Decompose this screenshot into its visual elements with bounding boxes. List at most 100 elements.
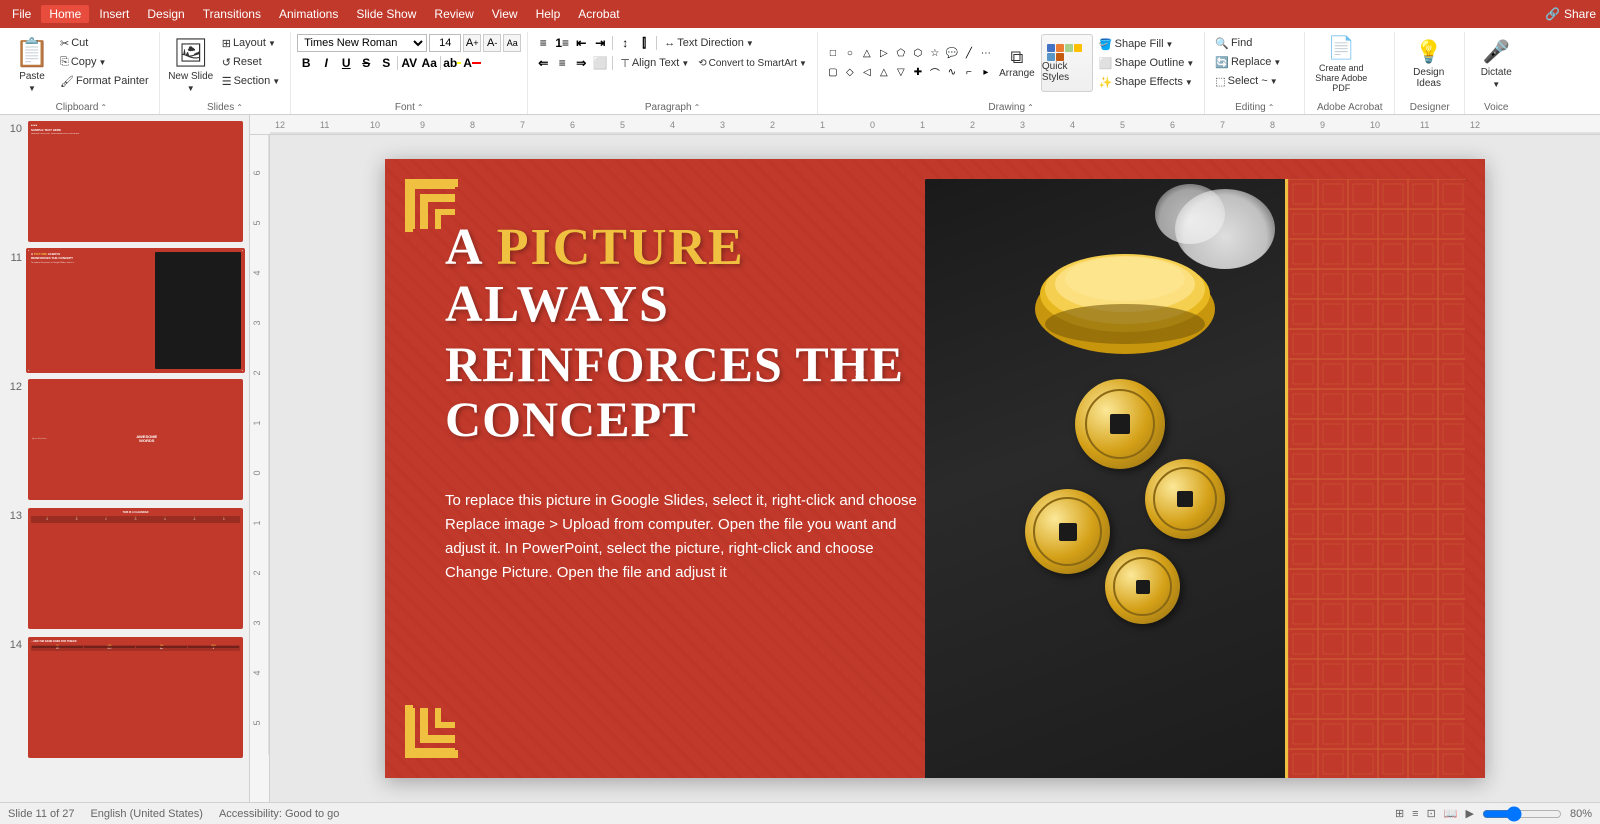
shape-diamond[interactable]: ◇ bbox=[841, 64, 859, 82]
menu-animations[interactable]: Animations bbox=[271, 5, 346, 23]
underline-button[interactable]: U bbox=[337, 54, 355, 72]
align-right-button[interactable]: ⇒ bbox=[572, 54, 590, 72]
shape-star[interactable]: ☆ bbox=[926, 45, 944, 63]
quick-styles-button[interactable]: Quick Styles bbox=[1041, 34, 1093, 92]
reset-button[interactable]: ↺ Reset bbox=[218, 53, 285, 71]
editing-group-label[interactable]: Editing ⌃ bbox=[1211, 101, 1298, 114]
menu-acrobat[interactable]: Acrobat bbox=[570, 5, 627, 23]
slide-title[interactable]: A PICTURE ALWAYS REINFORCES THE CONCEPT bbox=[445, 219, 925, 447]
slide-image[interactable] bbox=[925, 179, 1465, 778]
arrange-button[interactable]: ⧉ Arrange bbox=[995, 34, 1039, 92]
convert-smartart-button[interactable]: ⟲ Convert to SmartArt ▼ bbox=[694, 54, 811, 72]
italic-button[interactable]: I bbox=[317, 54, 335, 72]
font-size-input[interactable] bbox=[429, 34, 461, 52]
replace-button[interactable]: 🔄 Replace ▼ bbox=[1211, 53, 1285, 71]
slide-thumbnail-12[interactable]: 12 figure illustration AWESOMEWORDS bbox=[4, 377, 245, 502]
drawing-group-label[interactable]: Drawing ⌃ bbox=[824, 101, 1198, 114]
font-group-label[interactable]: Font ⌃ bbox=[297, 101, 521, 114]
menu-file[interactable]: File bbox=[4, 5, 39, 23]
share-button[interactable]: 🔗 Share bbox=[1545, 7, 1596, 21]
slides-group-label[interactable]: Slides ⌃ bbox=[166, 101, 285, 114]
view-reading-btn[interactable]: 📖 bbox=[1444, 807, 1458, 820]
font-family-select[interactable]: Times New Roman bbox=[297, 34, 427, 52]
shape-freeform[interactable]: ∿ bbox=[943, 64, 961, 82]
adobe-group-label[interactable]: Adobe Acrobat bbox=[1311, 101, 1388, 114]
menu-review[interactable]: Review bbox=[426, 5, 481, 23]
canvas-area[interactable]: ✕ A PICTURE ALWAYS REINFORCES THE CONCEP… bbox=[270, 135, 1600, 802]
slide-thumbnail-14[interactable]: 14 ...AND THE SAME GOES FOR TABLES CITY … bbox=[4, 635, 245, 760]
slide-canvas[interactable]: ✕ A PICTURE ALWAYS REINFORCES THE CONCEP… bbox=[385, 159, 1485, 778]
shape-rounded-rect[interactable]: ▢ bbox=[824, 64, 842, 82]
align-center-button[interactable]: ≡ bbox=[553, 54, 571, 72]
view-outline-btn[interactable]: ≡ bbox=[1412, 808, 1418, 820]
font-spacing-button[interactable]: AV bbox=[400, 54, 418, 72]
shape-line[interactable]: ╱ bbox=[960, 45, 978, 63]
paste-button[interactable]: 📋 Paste ▼ bbox=[10, 34, 54, 94]
justify-button[interactable]: ⬜ bbox=[591, 54, 609, 72]
numbering-button[interactable]: 1≡ bbox=[553, 34, 571, 52]
cut-button[interactable]: ✂ Cut bbox=[56, 34, 153, 52]
shape-connector[interactable]: ⌐ bbox=[960, 64, 978, 82]
slide-thumbnail-10[interactable]: 10 ■ ■ ■ Sample text here Description te… bbox=[4, 119, 245, 244]
menu-view[interactable]: View bbox=[484, 5, 526, 23]
shape-fill-button[interactable]: 🪣 Shape Fill ▼ bbox=[1095, 35, 1198, 53]
shape-arrow-d[interactable]: ▽ bbox=[892, 64, 910, 82]
bullets-button[interactable]: ≡ bbox=[534, 34, 552, 52]
shape-outline-button[interactable]: ⬜ Shape Outline ▼ bbox=[1095, 54, 1198, 72]
paragraph-group-label[interactable]: Paragraph ⌃ bbox=[534, 101, 811, 114]
menu-slideshow[interactable]: Slide Show bbox=[348, 5, 424, 23]
menu-home[interactable]: Home bbox=[41, 5, 89, 23]
layout-button[interactable]: ⊞ Layout ▼ bbox=[218, 34, 285, 52]
format-painter-button[interactable]: 🖌 Format Painter bbox=[56, 72, 153, 90]
shape-arrow-r[interactable]: ▷ bbox=[875, 45, 893, 63]
columns-button[interactable]: ⫿ bbox=[635, 34, 653, 52]
shape-callout[interactable]: 💬 bbox=[943, 45, 961, 63]
font-color-button[interactable]: A bbox=[463, 54, 481, 72]
strikethrough-button[interactable]: S bbox=[357, 54, 375, 72]
designer-group-label[interactable]: Designer bbox=[1401, 101, 1458, 114]
text-direction-button[interactable]: ↔ Text Direction ▼ bbox=[660, 34, 758, 52]
dictate-button[interactable]: 🎤 Dictate ▼ bbox=[1471, 34, 1521, 94]
create-pdf-button[interactable]: 📄 Create and Share Adobe PDF bbox=[1311, 34, 1371, 94]
highlight-button[interactable]: ab bbox=[443, 54, 461, 72]
shape-rect[interactable]: □ bbox=[824, 45, 842, 63]
shape-pentagon[interactable]: ⬠ bbox=[892, 45, 910, 63]
shape-arrow-l[interactable]: ◁ bbox=[858, 64, 876, 82]
shape-circle[interactable]: ○ bbox=[841, 45, 859, 63]
clear-format-button[interactable]: Aa bbox=[503, 34, 521, 52]
shape-triangle[interactable]: △ bbox=[858, 45, 876, 63]
slide-body-text[interactable]: To replace this picture in Google Slides… bbox=[445, 489, 925, 585]
view-slide-sorter-btn[interactable]: ⊡ bbox=[1427, 807, 1436, 820]
view-slideshow-btn[interactable]: ▶ bbox=[1466, 807, 1474, 820]
voice-group-label[interactable]: Voice bbox=[1471, 101, 1521, 114]
font-case-button[interactable]: Aa bbox=[420, 54, 438, 72]
menu-insert[interactable]: Insert bbox=[91, 5, 137, 23]
menu-transitions[interactable]: Transitions bbox=[195, 5, 269, 23]
font-increase-button[interactable]: A+ bbox=[463, 34, 481, 52]
shape-more2[interactable]: ▸ bbox=[977, 64, 995, 82]
line-spacing-button[interactable]: ↕ bbox=[616, 34, 634, 52]
design-ideas-button[interactable]: 💡 Design Ideas bbox=[1401, 34, 1456, 94]
menu-design[interactable]: Design bbox=[139, 5, 192, 23]
shape-hex[interactable]: ⬡ bbox=[909, 45, 927, 63]
menu-help[interactable]: Help bbox=[528, 5, 569, 23]
copy-button[interactable]: ⎘ Copy ▼ bbox=[56, 53, 153, 71]
shape-cross[interactable]: ✚ bbox=[909, 64, 927, 82]
font-decrease-button[interactable]: A- bbox=[483, 34, 501, 52]
section-button[interactable]: ☰ Section ▼ bbox=[218, 72, 285, 90]
increase-indent-button[interactable]: ⇥ bbox=[591, 34, 609, 52]
shape-more[interactable]: ⋯ bbox=[977, 45, 995, 63]
shape-curve[interactable]: ⌒ bbox=[926, 64, 944, 82]
slide-thumbnail-11[interactable]: 11 A PICTURE ALWAYSREINFORCES THE CONCEP… bbox=[4, 248, 245, 373]
select-button[interactable]: ⬚ Select ~ ▼ bbox=[1211, 72, 1281, 90]
decrease-indent-button[interactable]: ⇤ bbox=[572, 34, 590, 52]
shape-arrow-u[interactable]: △ bbox=[875, 64, 893, 82]
align-left-button[interactable]: ⇐ bbox=[534, 54, 552, 72]
align-text-button[interactable]: ⊤ Align Text ▼ bbox=[616, 54, 693, 72]
clipboard-group-label[interactable]: Clipboard ⌃ bbox=[10, 101, 153, 114]
bold-button[interactable]: B bbox=[297, 54, 315, 72]
slide-thumbnail-13[interactable]: 13 THIS IS A CALENDAR S M T W T F S bbox=[4, 506, 245, 631]
text-shadow-button[interactable]: S bbox=[377, 54, 395, 72]
view-normal-btn[interactable]: ⊞ bbox=[1395, 807, 1404, 820]
find-button[interactable]: 🔍 Find bbox=[1211, 34, 1256, 52]
